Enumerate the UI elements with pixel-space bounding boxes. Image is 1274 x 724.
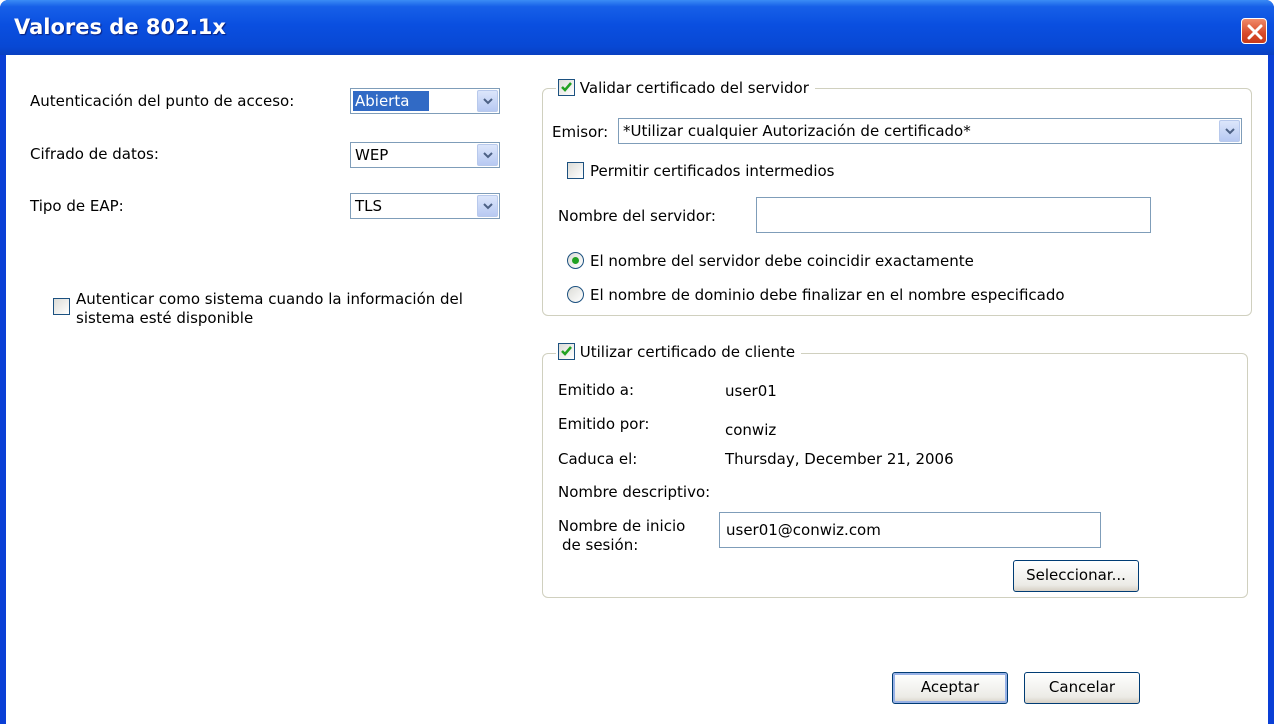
chevron-down-icon[interactable] — [477, 90, 498, 112]
issuer-value: *Utilizar cualquier Autorización de cert… — [623, 122, 971, 140]
dialog-window: Valores de 802.1x Autenticación del punt… — [0, 0, 1274, 724]
issued-by-label: Emitido por: — [558, 415, 650, 433]
use-client-cert-label: Utilizar certificado de cliente — [579, 343, 796, 361]
issued-to-label: Emitido a: — [558, 381, 635, 399]
issued-to-value: user01 — [725, 382, 777, 400]
issuer-select[interactable]: *Utilizar cualquier Autorización de cert… — [618, 118, 1242, 144]
system-auth-checkbox[interactable] — [53, 298, 70, 315]
expires-value: Thursday, December 21, 2006 — [725, 450, 954, 468]
auth-label: Autenticación del punto de acceso: — [30, 92, 295, 110]
expires-label: Caduca el: — [558, 450, 638, 468]
server-name-input[interactable] — [756, 197, 1151, 233]
auth-value: Abierta — [353, 91, 430, 111]
logon-label-2: de sesión: — [562, 536, 639, 554]
close-button[interactable] — [1241, 18, 1267, 44]
logon-name-input[interactable]: user01@conwiz.com — [719, 512, 1101, 548]
checkmark-icon — [561, 82, 572, 92]
intermediate-label: Permitir certificados intermedios — [590, 162, 835, 180]
system-auth-label-1: Autenticar como sistema cuando la inform… — [76, 290, 463, 308]
cipher-label: Cifrado de datos: — [30, 145, 159, 163]
select-cert-button[interactable]: Seleccionar... — [1013, 560, 1139, 592]
match-exact-radio[interactable] — [567, 252, 584, 269]
intermediate-checkbox[interactable] — [567, 162, 584, 179]
match-domain-radio[interactable] — [567, 286, 584, 303]
friendly-name-label: Nombre descriptivo: — [558, 483, 711, 501]
cipher-value: WEP — [355, 146, 389, 164]
use-client-cert-checkbox[interactable] — [558, 343, 575, 360]
logon-label-1: Nombre de inicio — [558, 517, 686, 535]
system-auth-label-2: sistema esté disponible — [76, 309, 254, 327]
chevron-down-icon[interactable] — [1219, 120, 1240, 142]
title-bar[interactable]: Valores de 802.1x — [0, 0, 1274, 55]
auth-select[interactable]: Abierta — [350, 88, 500, 114]
server-cert-legend: Validar certificado del servidor — [556, 79, 815, 101]
window-title: Valores de 802.1x — [14, 15, 226, 39]
match-exact-label: El nombre del servidor debe coincidir ex… — [590, 252, 974, 270]
eap-value: TLS — [355, 197, 383, 215]
client-cert-legend: Utilizar certificado de cliente — [556, 343, 802, 365]
issuer-label: Emisor: — [552, 123, 609, 141]
logon-name-value: user01@conwiz.com — [726, 521, 881, 539]
close-icon — [1247, 24, 1263, 40]
client-cert-group — [542, 353, 1248, 598]
cancel-button[interactable]: Cancelar — [1024, 672, 1140, 704]
chevron-down-icon[interactable] — [477, 195, 498, 217]
ok-button[interactable]: Aceptar — [892, 672, 1008, 704]
server-name-label: Nombre del servidor: — [558, 207, 716, 225]
dialog-body: Autenticación del punto de acceso: Abier… — [6, 55, 1268, 724]
eap-select[interactable]: TLS — [350, 193, 500, 219]
chevron-down-icon[interactable] — [477, 144, 498, 166]
checkmark-icon — [561, 346, 572, 356]
cipher-select[interactable]: WEP — [350, 142, 500, 168]
match-domain-label: El nombre de dominio debe finalizar en e… — [590, 286, 1065, 304]
issued-by-value: conwiz — [725, 421, 777, 439]
validate-server-label: Validar certificado del servidor — [579, 79, 809, 97]
validate-server-checkbox[interactable] — [558, 79, 575, 96]
eap-label: Tipo de EAP: — [30, 197, 124, 215]
